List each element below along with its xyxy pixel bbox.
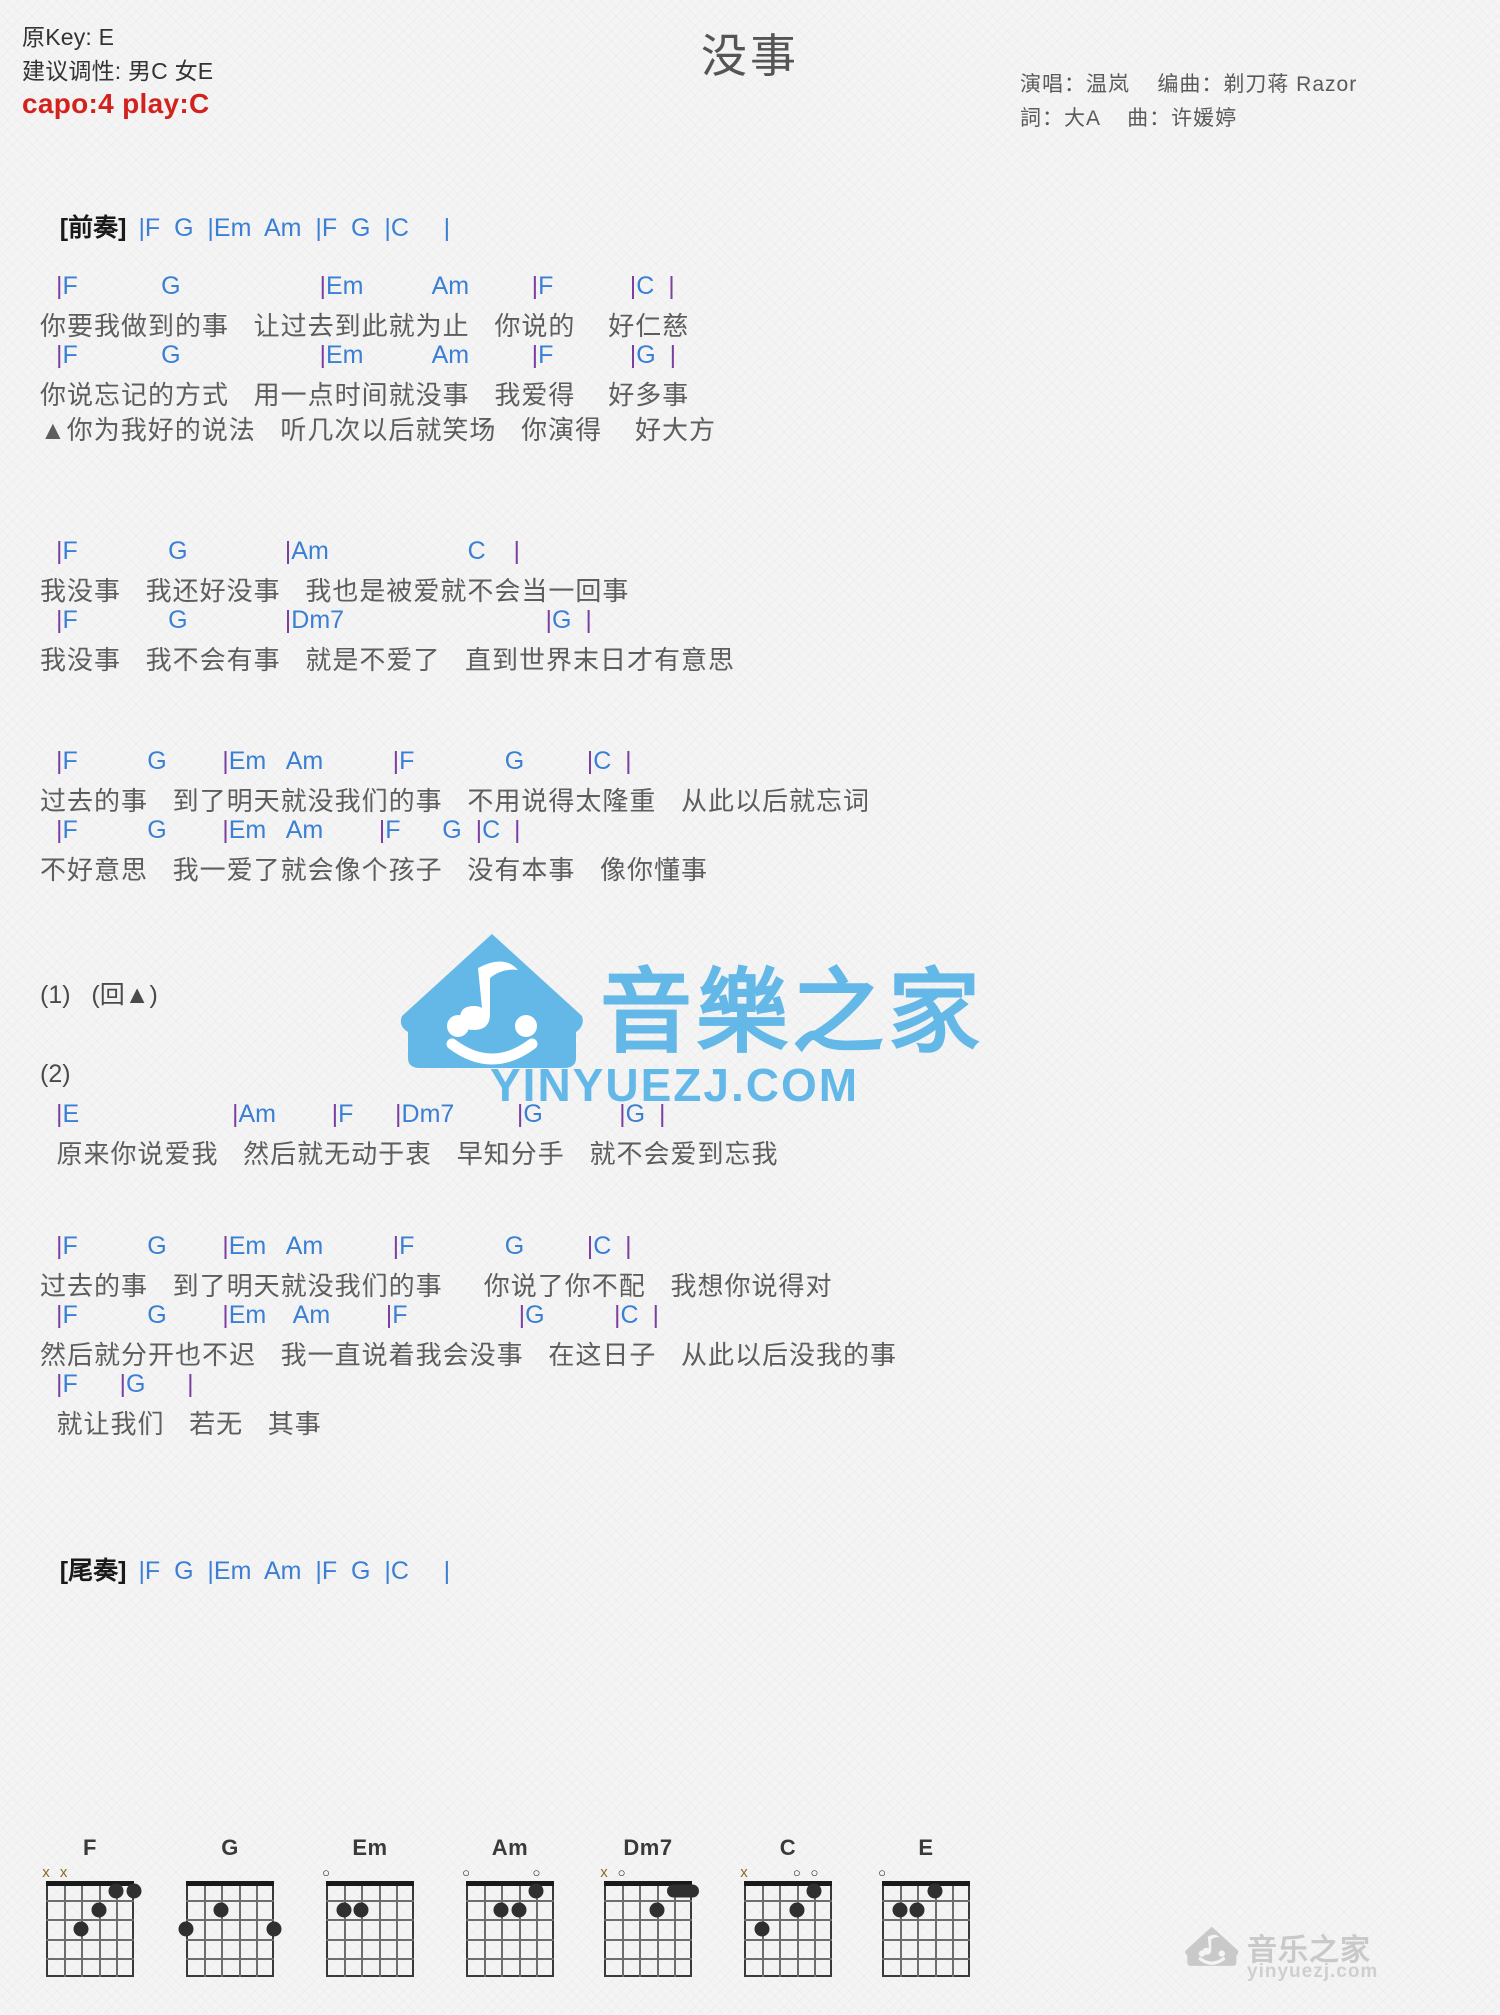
lyric-line: 你说忘记的方式 用一点时间就没事 我爱得 好多事 [40,380,690,410]
chord-diagram-grid [744,1881,832,1977]
finger-dot [909,1902,925,1918]
finger-dot [353,1902,369,1918]
finger-dot [754,1921,770,1937]
watermark: 音樂之家 YINYUEZJ.COM [400,930,1120,1120]
chord-diagram-marks: ○ ○ [450,1865,570,1881]
lyric-line: 过去的事 到了明天就没我们的事 你说了你不配 我想你说得对 [40,1271,833,1301]
credit-performer-arranger: 演唱：温岚 编曲：剃刀蒋 Razor [1020,73,1358,96]
intro-tag: [前奏] [59,214,127,242]
chord-diagram-dm7: Dm7 x ○ [588,1835,708,1977]
finger-dot [178,1921,194,1937]
intro-chords: |F G |Em Am |F G |C | [138,214,451,242]
chord-line: |F |G | [56,1370,194,1398]
watermark-brand-cn: 音樂之家 [600,962,985,1064]
chord-diagram-am: Am ○ ○ [450,1835,570,1977]
finger-dot [91,1902,107,1918]
lyric-line: 原来你说爱我 然后就无动于衷 早知分手 就不会爱到忘我 [40,1139,779,1169]
chord-diagram-name: E [918,1835,934,1860]
chord-line: |F G |Am C | [56,537,521,565]
lyric-line: 过去的事 到了明天就没我们的事 不用说得太隆重 从此以后就忘词 [40,786,871,816]
finger-dot [336,1902,352,1918]
lyric-line: 然后就分开也不迟 我一直说着我会没事 在这日子 从此以后没我的事 [40,1340,898,1370]
chord-diagram-name: Dm7 [623,1835,673,1860]
chord-diagram-name: C [779,1835,797,1860]
finger-dot [493,1902,509,1918]
chord-diagram-row: Fx x G Em ○ Am ○ ○ Dm7 x ○ Cx ○ ○ E ○ [0,1835,1500,2015]
section-marker: (1) (回▲) [40,981,158,1009]
finger-dot [927,1883,943,1899]
open-string-icon: ○ [322,1865,330,1880]
outro-tag: [尾奏] [59,1557,127,1585]
chord-line: |F G |Em Am |F |G | [56,341,677,369]
chord-line: |F G |Em Am |F |C | [56,272,675,300]
chord-diagram-name: Am [491,1835,529,1860]
chord-diagram-grid [326,1881,414,1977]
finger-dot [213,1902,229,1918]
muted-string-icon: x [740,1864,748,1881]
chord-diagram-f: Fxx [30,1835,150,1977]
chord-diagram-name: Em [352,1835,388,1860]
open-string-icon: ○ [810,1865,819,1880]
chord-diagram-c: Cx ○ ○ [728,1835,848,1977]
outro-chords: |F G |Em Am |F G |C | [138,1557,451,1585]
chord-diagram-name: F [83,1835,97,1860]
chord-line: |F G |Dm7 |G | [56,606,592,634]
chord-diagram-grid [604,1881,699,1977]
chord-diagram-marks: xx [30,1865,150,1881]
muted-string-icon: x [59,1864,68,1881]
chord-diagram-marks: ○ [310,1865,430,1881]
chord-line: |F G |Em Am |F G |C | [56,1232,632,1260]
chord-diagram-g: G [170,1835,290,1977]
chord-diagram-grid [882,1881,970,1977]
chord-diagram-grid [46,1881,142,1977]
chord-diagram-marks: x ○ [588,1865,708,1881]
open-string-icon: ○ [792,1865,801,1880]
lyric-line: 你要我做到的事 让过去到此就为止 你说的 好仁慈 [40,311,690,341]
chord-line: |E |Am |F |Dm7 |G |G | [56,1100,666,1128]
outro-line: [尾奏] |F G |Em Am |F G |C | [42,1533,450,1605]
chord-diagram-em: Em ○ [310,1835,430,1977]
chord-line: |F G |Em Am |F |G |C | [56,1301,659,1329]
open-string-icon: ○ [617,1865,626,1880]
finger-dot [126,1883,142,1899]
barre-marker [667,1884,699,1898]
capo-label: capo:4 play:C [22,88,210,119]
chord-line: |F G |Em Am |F G |C | [56,747,632,775]
chord-diagram-e: E ○ [866,1835,986,1977]
chord-sheet: 原Key: E 建议调性: 男C 女E capo:4 play:C 没事 演唱：… [0,0,1500,2014]
chord-line: |F G |Em Am |F G |C | [56,816,521,844]
finger-dot [511,1902,527,1918]
finger-dot [108,1883,124,1899]
music-house-logo-icon [400,934,583,1068]
chord-diagram-name: G [221,1835,239,1860]
finger-dot [528,1883,544,1899]
lyric-line: 就让我们 若无 其事 [40,1409,322,1439]
chord-diagram-marks: x ○ ○ [728,1865,848,1881]
open-string-icon: ○ [532,1865,541,1880]
chord-diagram-grid [178,1881,282,1977]
section-marker: (2) [40,1060,71,1088]
lyric-line: 我没事 我不会有事 就是不爱了 直到世界末日才有意思 [40,645,736,675]
lyric-line: 不好意思 我一爱了就会像个孩子 没有本事 像你懂事 [40,855,709,885]
finger-dot [806,1883,822,1899]
muted-string-icon: x [42,1864,50,1881]
muted-string-icon: x [600,1864,608,1881]
credit-lyricist-composer: 詞：大A 曲：许媛婷 [1020,107,1238,130]
finger-dot [789,1902,805,1918]
open-string-icon: ○ [878,1865,886,1880]
finger-dot [266,1921,282,1937]
open-string-icon: ○ [462,1865,470,1880]
lyric-line: 我没事 我还好没事 我也是被爱就不会当一回事 [40,576,630,606]
chord-diagram-marks: ○ [866,1865,986,1881]
finger-dot [649,1902,665,1918]
lyric-line: ▲你为我好的说法 听几次以后就笑场 你演得 好大方 [40,415,716,445]
finger-dot [892,1902,908,1918]
finger-dot [73,1921,89,1937]
chord-diagram-marks [170,1865,290,1881]
intro-line: [前奏] |F G |Em Am |F G |C | [42,190,450,262]
chord-diagram-grid [466,1881,554,1977]
